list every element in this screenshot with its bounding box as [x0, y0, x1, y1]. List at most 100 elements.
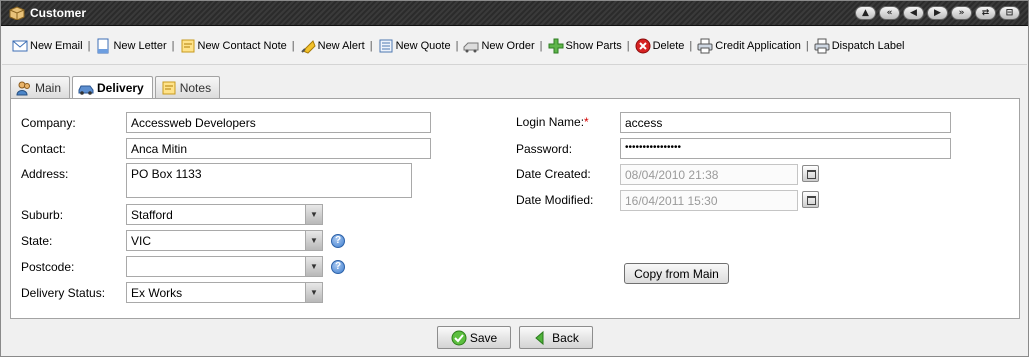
refresh-button[interactable]: ⇄ [975, 6, 996, 20]
collapse-button[interactable]: ▲ [855, 6, 876, 20]
back-label: Back [552, 330, 579, 345]
window-controls: ▲ « ◀ ▶ » ⇄ ⊟ [855, 6, 1020, 20]
arrow-left-icon [535, 330, 544, 345]
title-bar: Customer ▲ « ◀ ▶ » ⇄ ⊟ [1, 1, 1028, 26]
suburb-value: Stafford [131, 208, 173, 222]
toolbar-separator: | [455, 39, 459, 52]
date-created-label: Date Created: [516, 167, 591, 181]
delete-button[interactable]: Delete [635, 38, 685, 54]
toolbar-separator: | [805, 39, 809, 52]
save-label: Save [469, 330, 498, 345]
calendar-icon[interactable] [802, 165, 819, 182]
users-icon [16, 81, 30, 95]
company-label: Company: [21, 116, 76, 130]
postcode-select[interactable]: ▼ [126, 256, 323, 277]
note-icon [162, 81, 176, 94]
last-record-button[interactable]: » [951, 6, 972, 20]
new-email-label: New Email [30, 39, 83, 52]
chevron-down-icon[interactable]: ▼ [305, 205, 322, 224]
postcode-label: Postcode: [21, 260, 75, 274]
new-order-button[interactable]: New Order [463, 38, 535, 54]
tab-delivery[interactable]: Delivery [72, 76, 153, 99]
help-icon[interactable]: ? [331, 234, 345, 248]
credit-application-button[interactable]: Credit Application [697, 38, 801, 54]
delete-icon [635, 38, 651, 53]
check-icon [451, 330, 467, 345]
state-label: State: [21, 234, 53, 248]
show-parts-label: Show Parts [565, 39, 622, 52]
tab-main[interactable]: Main [10, 76, 71, 98]
print-button[interactable]: ⊟ [999, 6, 1020, 20]
date-modified-label: Date Modified: [516, 193, 594, 207]
password-label: Password: [516, 142, 573, 156]
required-marker: * [584, 115, 589, 129]
help-icon[interactable]: ? [331, 260, 345, 274]
new-letter-button[interactable]: New Letter [95, 38, 167, 54]
delivery-status-label: Delivery Status: [21, 286, 106, 300]
letter-icon [97, 38, 109, 53]
toolbar-separator: | [689, 39, 693, 52]
copy-from-main-button[interactable]: Copy from Main [624, 263, 729, 284]
login-name-label-text: Login Name: [516, 115, 585, 129]
note-icon [181, 39, 194, 52]
printer-icon [814, 38, 830, 53]
delivery-status-value: Ex Works [131, 286, 183, 300]
date-created-input: 08/04/2010 21:38 [620, 164, 798, 185]
chevron-down-icon[interactable]: ▼ [305, 283, 322, 302]
new-quote-label: New Quote [395, 39, 451, 52]
alert-icon [300, 39, 316, 54]
tab-notes-label: Notes [179, 80, 212, 95]
printer-icon [697, 38, 713, 53]
previous-record-button[interactable]: ◀ [903, 6, 924, 20]
suburb-label: Suburb: [21, 208, 64, 222]
toolbar-separator: | [291, 39, 295, 52]
tab-delivery-label: Delivery [97, 81, 144, 95]
state-select[interactable]: VIC ▼ [126, 230, 323, 251]
new-contact-note-label: New Contact Note [197, 39, 287, 52]
dispatch-label-label: Dispatch Label [831, 39, 905, 52]
new-letter-label: New Letter [113, 39, 167, 52]
calendar-icon[interactable] [802, 191, 819, 208]
quote-icon [379, 39, 393, 52]
tab-main-label: Main [35, 80, 62, 95]
login-name-input[interactable]: access [620, 112, 951, 133]
new-contact-note-button[interactable]: New Contact Note [180, 38, 287, 54]
delivery-status-select[interactable]: Ex Works ▼ [126, 282, 323, 303]
delete-label: Delete [652, 39, 685, 52]
parts-icon [548, 38, 563, 53]
date-modified-input: 16/04/2011 15:30 [620, 190, 798, 211]
credit-application-label: Credit Application [715, 39, 801, 52]
address-textarea[interactable]: PO Box 1133 [126, 163, 412, 198]
contact-input[interactable]: Anca Mitin [126, 138, 431, 159]
toolbar: New Email | New Letter | New Contact Not… [2, 27, 1027, 65]
first-record-button[interactable]: « [879, 6, 900, 20]
password-input[interactable]: •••••••••••••••• [620, 138, 951, 159]
state-value: VIC [131, 234, 152, 248]
company-input[interactable]: Accessweb Developers [126, 112, 431, 133]
car-icon [78, 85, 94, 95]
save-button[interactable]: Save [437, 326, 511, 349]
dispatch-label-button[interactable]: Dispatch Label [814, 38, 905, 54]
new-email-button[interactable]: New Email [12, 38, 83, 54]
tab-notes[interactable]: Notes [154, 76, 221, 98]
back-button[interactable]: Back [519, 326, 593, 349]
login-name-label: Login Name:* [516, 115, 589, 129]
new-alert-label: New Alert [317, 39, 365, 52]
toolbar-separator: | [87, 39, 91, 52]
window-title: Customer [30, 6, 87, 20]
email-icon [12, 40, 28, 51]
new-alert-button[interactable]: New Alert [300, 38, 365, 54]
customer-window: Customer ▲ « ◀ ▶ » ⇄ ⊟ New Email | New L… [0, 0, 1029, 357]
tab-strip: Main Delivery Notes [10, 76, 222, 99]
contact-label: Contact: [21, 142, 66, 156]
order-icon [463, 42, 479, 52]
next-record-button[interactable]: ▶ [927, 6, 948, 20]
chevron-down-icon[interactable]: ▼ [305, 231, 322, 250]
chevron-down-icon[interactable]: ▼ [305, 257, 322, 276]
new-quote-button[interactable]: New Quote [378, 38, 451, 54]
toolbar-separator: | [369, 39, 373, 52]
suburb-select[interactable]: Stafford ▼ [126, 204, 323, 225]
box-icon [9, 6, 25, 21]
show-parts-button[interactable]: Show Parts [548, 38, 622, 54]
toolbar-separator: | [626, 39, 630, 52]
